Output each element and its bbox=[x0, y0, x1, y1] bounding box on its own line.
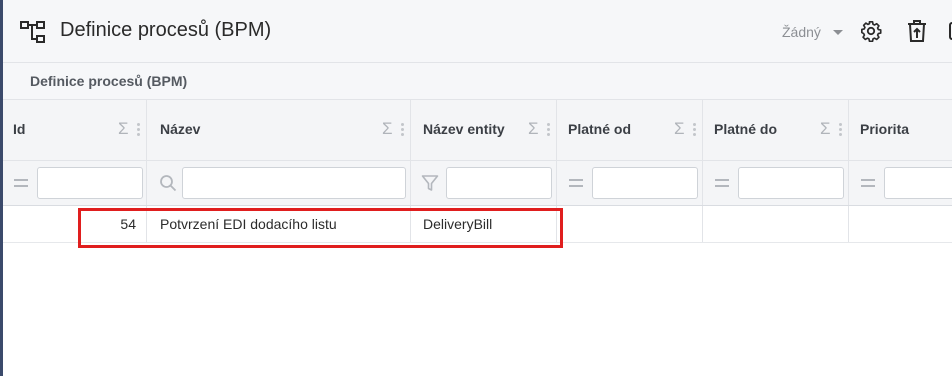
filter-cell-valid-from bbox=[557, 161, 703, 205]
chevron-down-icon[interactable] bbox=[833, 30, 843, 35]
search-icon[interactable] bbox=[159, 174, 177, 192]
column-header-valid-from[interactable]: Platné od Σ bbox=[557, 100, 703, 160]
highlight-annotation bbox=[78, 208, 563, 248]
sum-icon[interactable]: Σ bbox=[820, 119, 831, 139]
equals-icon[interactable] bbox=[12, 174, 30, 192]
column-menu-icon[interactable] bbox=[137, 123, 140, 136]
column-menu-icon[interactable] bbox=[401, 123, 404, 136]
column-header-id[interactable]: Id Σ bbox=[3, 100, 147, 160]
filter-input-valid-to[interactable] bbox=[738, 167, 844, 199]
filter-cell-entity-name bbox=[411, 161, 557, 205]
equals-icon[interactable] bbox=[567, 174, 585, 192]
filter-cell-valid-to bbox=[703, 161, 849, 205]
filter-cell-id bbox=[3, 161, 147, 205]
column-menu-icon[interactable] bbox=[547, 123, 550, 136]
column-label: Platné od bbox=[568, 121, 632, 137]
column-label: Platné do bbox=[714, 121, 778, 137]
column-header-priority[interactable]: Priorita bbox=[849, 100, 952, 160]
column-label: Název entity bbox=[423, 121, 505, 137]
gear-icon[interactable] bbox=[860, 20, 882, 42]
filter-input-name[interactable] bbox=[182, 167, 406, 199]
column-header-name[interactable]: Název Σ bbox=[147, 100, 411, 160]
sum-icon[interactable]: Σ bbox=[528, 119, 539, 139]
state-select[interactable]: Žádný bbox=[782, 24, 821, 40]
column-menu-icon[interactable] bbox=[693, 123, 696, 136]
cell-priority[interactable] bbox=[849, 206, 952, 242]
cell-valid-from[interactable] bbox=[557, 206, 703, 242]
column-label: Název bbox=[160, 121, 201, 137]
funnel-icon[interactable] bbox=[421, 174, 439, 192]
sum-icon[interactable]: Σ bbox=[674, 119, 685, 139]
title-bar: Definice procesů (BPM) Žádný bbox=[3, 0, 952, 63]
filter-cell-priority bbox=[849, 161, 952, 205]
filter-cell-name bbox=[147, 161, 411, 205]
column-header-valid-to[interactable]: Platné do Σ bbox=[703, 100, 849, 160]
grid-header-row: Id Σ Název Σ Název entity Σ Platné od Σ … bbox=[3, 100, 952, 161]
column-label: Priorita bbox=[860, 121, 910, 137]
grid-caption: Definice procesů (BPM) bbox=[30, 73, 188, 89]
grid-caption-bar: Definice procesů (BPM) bbox=[3, 63, 952, 100]
column-label: Id bbox=[13, 121, 26, 137]
cell-valid-to[interactable] bbox=[703, 206, 849, 242]
column-menu-icon[interactable] bbox=[839, 123, 842, 136]
equals-icon[interactable] bbox=[859, 174, 877, 192]
trash-icon[interactable] bbox=[906, 19, 928, 43]
grid-filter-row bbox=[3, 161, 952, 206]
sum-icon[interactable]: Σ bbox=[118, 119, 129, 139]
filter-input-entity-name[interactable] bbox=[446, 167, 552, 199]
process-flow-icon bbox=[20, 21, 45, 43]
filter-input-valid-from[interactable] bbox=[592, 167, 698, 199]
column-header-entity-name[interactable]: Název entity Σ bbox=[411, 100, 557, 160]
page-title: Definice procesů (BPM) bbox=[60, 19, 272, 41]
filter-input-priority[interactable] bbox=[884, 167, 952, 199]
equals-icon[interactable] bbox=[713, 174, 731, 192]
filter-input-id[interactable] bbox=[37, 167, 143, 199]
sum-icon[interactable]: Σ bbox=[382, 119, 393, 139]
